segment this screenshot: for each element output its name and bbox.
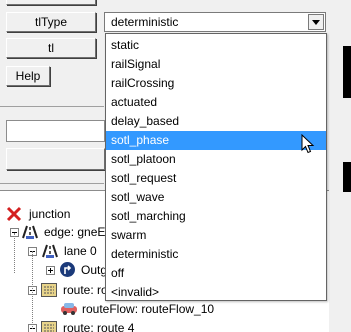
outgoing-arrow-icon <box>60 262 75 277</box>
tl-label: tl <box>48 41 54 55</box>
separator-line-2 <box>0 183 104 184</box>
dropdown-option-delay-based[interactable]: delay_based <box>106 112 326 131</box>
tltype-value: deterministic <box>111 15 179 29</box>
tree-connector <box>32 251 33 329</box>
dropdown-option-off[interactable]: off <box>106 264 326 283</box>
dropdown-option-sotl-wave[interactable]: sotl_wave <box>106 188 326 207</box>
tree-label-edge: edge: gneE <box>44 225 106 239</box>
tltype-label: tlType <box>34 15 67 29</box>
tree-label-outgoing: Outg <box>81 263 108 277</box>
tree-label-route-2: route: route 4 <box>63 321 135 332</box>
dropdown-option-sotl-marching[interactable]: sotl_marching <box>106 207 326 226</box>
tltype-combobox[interactable]: deterministic <box>104 12 326 32</box>
dropdown-option-deterministic[interactable]: deterministic <box>106 245 326 264</box>
frame-edge <box>343 46 351 98</box>
separator-line <box>0 106 104 107</box>
help-button[interactable]: Help <box>6 66 50 86</box>
tltype-label-button[interactable]: tlType <box>6 12 96 32</box>
route-icon <box>41 283 57 297</box>
route-icon <box>41 321 57 332</box>
combo-arrow-button[interactable] <box>308 14 324 30</box>
expand-plus-icon[interactable] <box>46 266 55 275</box>
tree-item-routeflow[interactable]: routeFlow: routeFlow_10 <box>60 300 320 318</box>
help-label: Help <box>15 69 41 83</box>
attribute-button-top[interactable] <box>6 0 96 5</box>
car-icon <box>61 303 77 315</box>
edge-icon <box>22 225 38 239</box>
dropdown-option-static[interactable]: static <box>106 36 326 55</box>
tree-label-route-1: route: ro <box>63 283 108 297</box>
tltype-dropdown-list[interactable]: static railSignal railCrossing actuated … <box>105 33 327 301</box>
tl-label-button[interactable]: tl <box>6 38 96 58</box>
text-field[interactable] <box>6 120 105 142</box>
frame-edge-2 <box>343 162 351 192</box>
dropdown-option-swarm[interactable]: swarm <box>106 226 326 245</box>
dropdown-option-railsignal[interactable]: railSignal <box>106 55 326 74</box>
tree-label-routeflow: routeFlow: routeFlow_10 <box>82 302 215 316</box>
tree-item-route-2[interactable]: route: route 4 <box>28 319 188 332</box>
tree-label-junction: junction <box>29 207 71 221</box>
lane-icon <box>42 244 58 258</box>
dropdown-option-invalid[interactable]: <invalid> <box>106 283 326 302</box>
dropdown-option-actuated[interactable]: actuated <box>106 93 326 112</box>
dropdown-option-railcrossing[interactable]: railCrossing <box>106 74 326 93</box>
mouse-cursor-icon <box>301 134 315 154</box>
junction-x-icon <box>6 206 22 222</box>
tree-label-lane: lane 0 <box>64 244 97 258</box>
tree-connector <box>14 233 15 273</box>
action-button[interactable] <box>6 148 105 170</box>
dropdown-option-sotl-platoon[interactable]: sotl_platoon <box>106 150 326 169</box>
dropdown-option-sotl-request[interactable]: sotl_request <box>106 169 326 188</box>
dropdown-option-sotl-phase[interactable]: sotl_phase <box>106 131 326 150</box>
chevron-down-icon <box>312 20 320 25</box>
